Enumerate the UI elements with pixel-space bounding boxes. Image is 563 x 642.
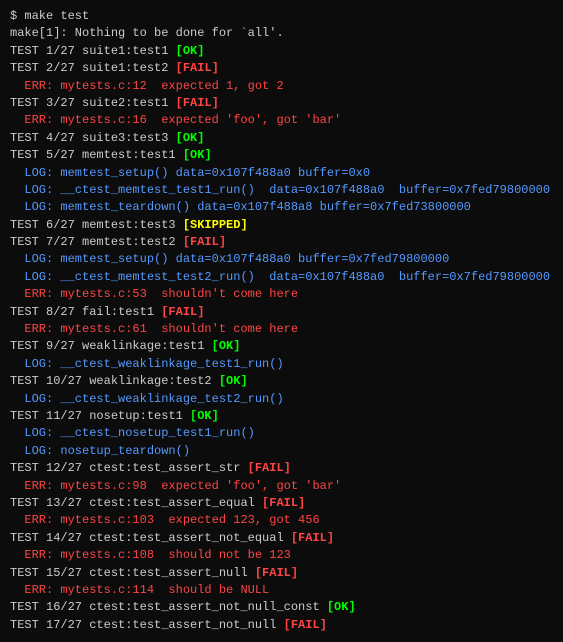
test-9: TEST 9/27 weaklinkage:test1 [OK] — [10, 338, 553, 355]
test-2-err: ERR: mytests.c:12 expected 1, got 2 — [10, 78, 553, 95]
test-5-log1: LOG: memtest_setup() data=0x107f488a0 bu… — [10, 165, 553, 182]
test-11-log2: LOG: nosetup_teardown() — [10, 443, 553, 460]
terminal-window: $ make test make[1]: Nothing to be done … — [10, 8, 553, 634]
test-10-log1: LOG: __ctest_weaklinkage_test2_run() — [10, 391, 553, 408]
test-2: TEST 2/27 suite1:test2 [FAIL] — [10, 60, 553, 77]
test-15: TEST 15/27 ctest:test_assert_null [FAIL] — [10, 565, 553, 582]
test-12-err: ERR: mytests.c:98 expected 'foo', got 'b… — [10, 478, 553, 495]
test-1: TEST 1/27 suite1:test1 [OK] — [10, 43, 553, 60]
test-15-err: ERR: mytests.c:114 should be NULL — [10, 582, 553, 599]
test-7-log1: LOG: memtest_setup() data=0x107f488a0 bu… — [10, 251, 553, 268]
test-7-log2: LOG: __ctest_memtest_test2_run() data=0x… — [10, 269, 553, 286]
test-7-err: ERR: mytests.c:53 shouldn't come here — [10, 286, 553, 303]
test-4: TEST 4/27 suite3:test3 [OK] — [10, 130, 553, 147]
test-16: TEST 16/27 ctest:test_assert_not_null_co… — [10, 599, 553, 616]
test-13-err: ERR: mytests.c:103 expected 123, got 456 — [10, 512, 553, 529]
test-12: TEST 12/27 ctest:test_assert_str [FAIL] — [10, 460, 553, 477]
test-5-log3: LOG: memtest_teardown() data=0x107f488a8… — [10, 199, 553, 216]
test-7: TEST 7/27 memtest:test2 [FAIL] — [10, 234, 553, 251]
test-17: TEST 17/27 ctest:test_assert_not_null [F… — [10, 617, 553, 634]
test-6: TEST 6/27 memtest:test3 [SKIPPED] — [10, 217, 553, 234]
test-5: TEST 5/27 memtest:test1 [OK] — [10, 147, 553, 164]
test-11: TEST 11/27 nosetup:test1 [OK] — [10, 408, 553, 425]
test-11-log1: LOG: __ctest_nosetup_test1_run() — [10, 425, 553, 442]
test-8-err: ERR: mytests.c:61 shouldn't come here — [10, 321, 553, 338]
test-5-log2: LOG: __ctest_memtest_test1_run() data=0x… — [10, 182, 553, 199]
test-8: TEST 8/27 fail:test1 [FAIL] — [10, 304, 553, 321]
test-14-err: ERR: mytests.c:108 should not be 123 — [10, 547, 553, 564]
test-9-log1: LOG: __ctest_weaklinkage_test1_run() — [10, 356, 553, 373]
test-3: TEST 3/27 suite2:test1 [FAIL] — [10, 95, 553, 112]
test-10: TEST 10/27 weaklinkage:test2 [OK] — [10, 373, 553, 390]
test-13: TEST 13/27 ctest:test_assert_equal [FAIL… — [10, 495, 553, 512]
test-14: TEST 14/27 ctest:test_assert_not_equal [… — [10, 530, 553, 547]
prompt-line: $ make test — [10, 8, 553, 25]
make-output: make[1]: Nothing to be done for `all'. — [10, 25, 553, 42]
test-3-err: ERR: mytests.c:16 expected 'foo', got 'b… — [10, 112, 553, 129]
